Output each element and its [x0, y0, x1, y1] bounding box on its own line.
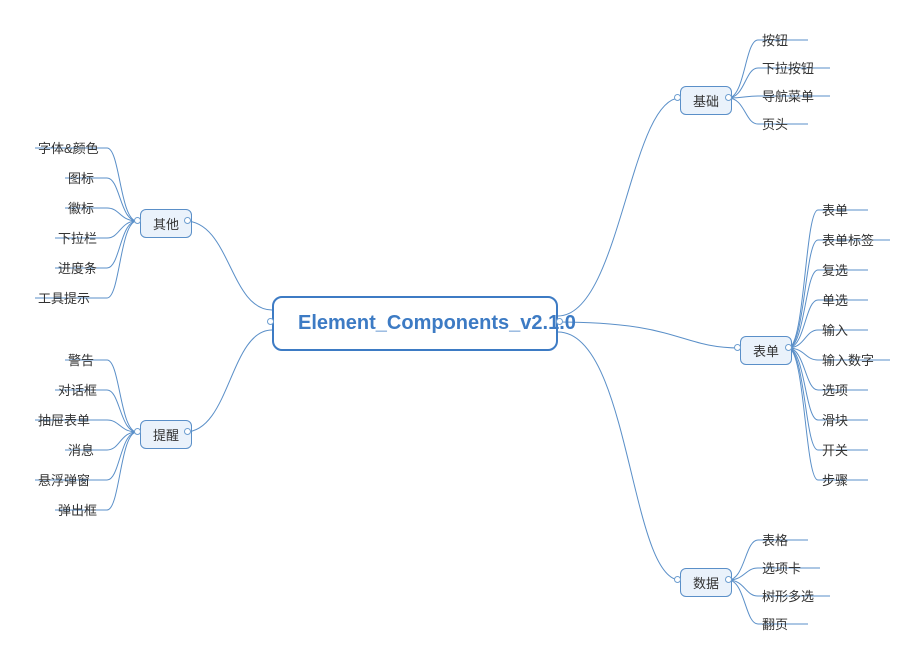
leaf-item[interactable]: 输入 — [822, 320, 848, 339]
leaf-item[interactable]: 徽标 — [68, 198, 94, 217]
leaf-item[interactable]: 对话框 — [58, 380, 97, 399]
leaf-item[interactable]: 表单 — [822, 200, 848, 219]
branch-basic[interactable]: 基础 — [680, 86, 732, 115]
leaf-item[interactable]: 选项 — [822, 380, 848, 399]
leaf-item[interactable]: 进度条 — [58, 258, 97, 277]
leaf-item[interactable]: 树形多选 — [762, 586, 814, 605]
joint-icon — [184, 428, 191, 435]
leaf-item[interactable]: 按钮 — [762, 30, 788, 49]
leaf-item[interactable]: 翻页 — [762, 614, 788, 633]
branch-label: 提醒 — [153, 428, 179, 443]
joint-icon — [785, 344, 792, 351]
leaf-item[interactable]: 复选 — [822, 260, 848, 279]
leaf-item[interactable]: 图标 — [68, 168, 94, 187]
joint-icon — [725, 94, 732, 101]
joint-icon — [267, 318, 274, 325]
joint-icon — [674, 94, 681, 101]
joint-icon — [674, 576, 681, 583]
leaf-item[interactable]: 开关 — [822, 440, 848, 459]
leaf-item[interactable]: 表单标签 — [822, 230, 874, 249]
joint-icon — [734, 344, 741, 351]
branch-other[interactable]: 其他 — [140, 209, 192, 238]
mindmap-canvas: Element_Components_v2.1.0 基础 按钮 下拉按钮 导航菜… — [0, 0, 906, 663]
branch-form[interactable]: 表单 — [740, 336, 792, 365]
branch-data[interactable]: 数据 — [680, 568, 732, 597]
leaf-item[interactable]: 消息 — [68, 440, 94, 459]
joint-icon — [725, 576, 732, 583]
leaf-item[interactable]: 弹出框 — [58, 500, 97, 519]
joint-icon — [134, 217, 141, 224]
joint-icon — [134, 428, 141, 435]
leaf-item[interactable]: 单选 — [822, 290, 848, 309]
root-node[interactable]: Element_Components_v2.1.0 — [272, 296, 558, 351]
root-label: Element_Components_v2.1.0 — [298, 312, 576, 334]
branch-label: 表单 — [753, 344, 779, 359]
leaf-item[interactable]: 表格 — [762, 530, 788, 549]
leaf-item[interactable]: 悬浮弹窗 — [38, 470, 90, 489]
leaf-item[interactable]: 下拉按钮 — [762, 58, 814, 77]
branch-label: 数据 — [693, 576, 719, 591]
joint-icon — [184, 217, 191, 224]
leaf-item[interactable]: 滑块 — [822, 410, 848, 429]
leaf-item[interactable]: 步骤 — [822, 470, 848, 489]
leaf-item[interactable]: 下拉栏 — [58, 228, 97, 247]
branch-label: 基础 — [693, 94, 719, 109]
leaf-item[interactable]: 抽屉表单 — [38, 410, 90, 429]
leaf-item[interactable]: 字体&颜色 — [38, 138, 99, 157]
branch-notice[interactable]: 提醒 — [140, 420, 192, 449]
leaf-item[interactable]: 工具提示 — [38, 288, 90, 307]
branch-label: 其他 — [153, 217, 179, 232]
leaf-item[interactable]: 页头 — [762, 114, 788, 133]
leaf-item[interactable]: 警告 — [68, 350, 94, 369]
leaf-item[interactable]: 导航菜单 — [762, 86, 814, 105]
joint-icon — [556, 318, 563, 325]
leaf-item[interactable]: 选项卡 — [762, 558, 801, 577]
leaf-item[interactable]: 输入数字 — [822, 350, 874, 369]
